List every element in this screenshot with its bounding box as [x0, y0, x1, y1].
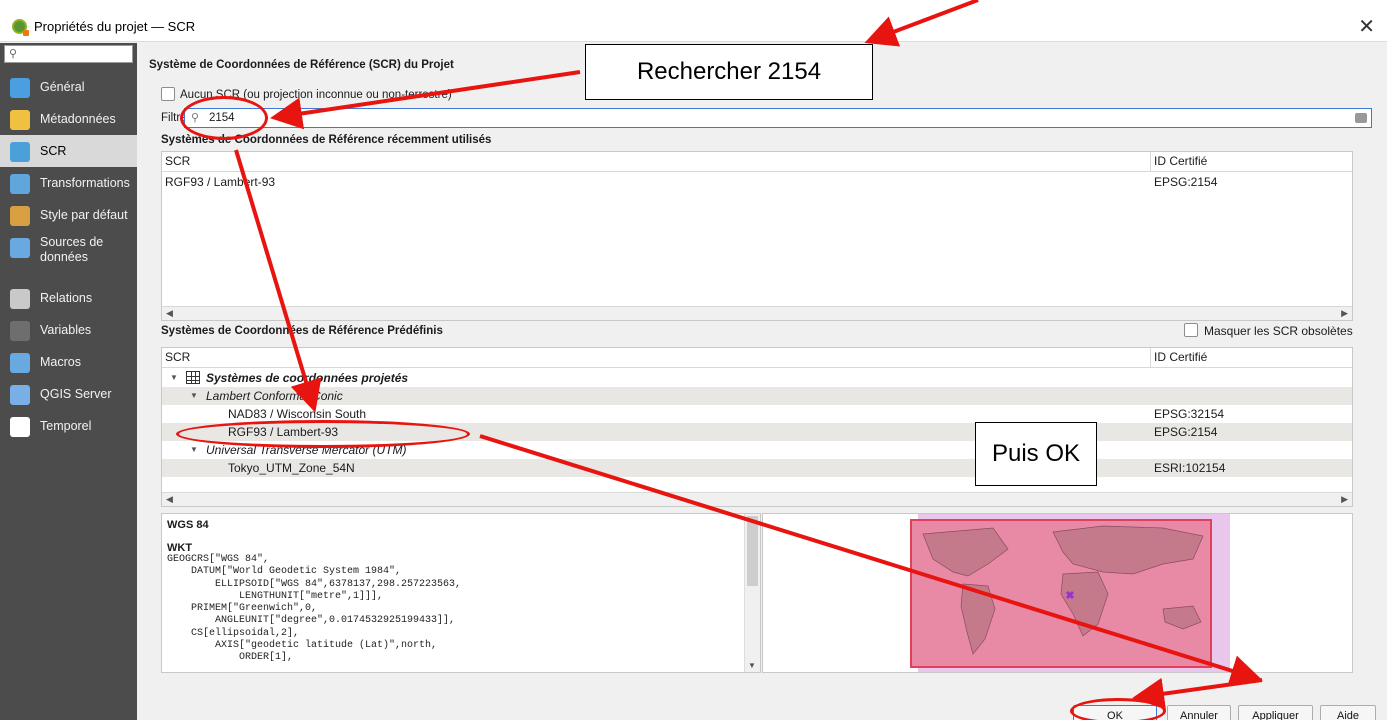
recent-table-header: SCR ID Certifié — [162, 152, 1352, 172]
crs-section-title: Système de Coordonnées de Référence (SCR… — [149, 59, 454, 71]
wrench-icon — [10, 78, 30, 98]
callout-ok: Puis OK — [975, 422, 1097, 486]
highlight-row-ellipse — [176, 420, 470, 448]
scroll-thumb[interactable] — [747, 516, 758, 586]
sidebar-item-g-n-ral[interactable]: Général — [0, 71, 137, 103]
expand-arrow-icon[interactable]: ▼ — [190, 391, 198, 400]
pencil-note-icon — [10, 110, 30, 130]
hide-obsolete-checkbox[interactable] — [1184, 323, 1198, 337]
highlight-filter-ellipse — [180, 96, 268, 140]
tree-crs-row[interactable]: Tokyo_UTM_Zone_54N ESRI:102154 — [162, 459, 1352, 477]
recent-crs-table: SCR ID Certifié RGF93 / Lambert-93 EPSG:… — [161, 151, 1353, 321]
wkt-label: WKT — [167, 542, 193, 554]
sidebar-item-transformations[interactable]: Transformations — [0, 167, 137, 199]
vertical-scrollbar[interactable]: ▼ — [744, 514, 760, 672]
recent-row-name: RGF93 / Lambert-93 — [165, 175, 276, 189]
close-icon[interactable]: ✕ — [1358, 14, 1375, 39]
scroll-down-icon[interactable]: ▼ — [748, 661, 756, 670]
recent-row-id: EPSG:2154 — [1154, 175, 1218, 189]
sidebar: ⚲ Général Métadonnées SCR Transformations St… — [0, 43, 137, 720]
scroll-left-icon[interactable]: ◀ — [166, 494, 173, 505]
col-header-id[interactable]: ID Certifié — [1154, 154, 1207, 168]
sidebar-item-temporel[interactable]: Temporel — [0, 410, 137, 442]
expand-arrow-icon[interactable]: ▼ — [170, 373, 178, 382]
sidebar-item-relations[interactable]: Relations — [0, 282, 137, 314]
sidebar-item-scr[interactable]: SCR — [0, 135, 137, 167]
col-header-crs[interactable]: SCR — [165, 350, 190, 364]
search-icon: ⚲ — [9, 48, 18, 60]
world-map-preview — [910, 514, 1230, 672]
sidebar-item-label: Macros — [40, 355, 81, 369]
sidebar-item-label: Général — [40, 80, 85, 94]
tree-crs-id: ESRI:102154 — [1154, 461, 1226, 475]
sidebar-item-label: Transformations — [40, 176, 130, 190]
no-crs-checkbox[interactable] — [161, 87, 175, 101]
sidebar-item-m-tadonn-es[interactable]: Métadonnées — [0, 103, 137, 135]
clear-filter-icon[interactable] — [1355, 113, 1367, 123]
sidebar-item-label: Style par défaut — [40, 208, 128, 222]
server-icon — [10, 385, 30, 405]
tree-crs-id: EPSG:32154 — [1154, 407, 1225, 421]
scroll-right-icon[interactable]: ▶ — [1341, 308, 1348, 319]
macro-gear-icon — [10, 353, 30, 373]
sidebar-item-variables[interactable]: Variables — [0, 314, 137, 346]
variables-icon — [10, 321, 30, 341]
apply-button[interactable]: Appliquer — [1238, 705, 1313, 720]
callout-search: Rechercher 2154 — [585, 44, 873, 100]
col-header-id[interactable]: ID Certifié — [1154, 350, 1207, 364]
clock-icon — [10, 417, 30, 437]
filter-input[interactable]: ⚲ 2154 — [184, 108, 1372, 128]
horizontal-scrollbar[interactable]: ◀ ▶ — [162, 306, 1352, 320]
recent-row[interactable]: RGF93 / Lambert-93 EPSG:2154 — [162, 173, 1352, 191]
cancel-button[interactable]: Annuler — [1167, 705, 1231, 720]
crs-extent-map — [762, 513, 1353, 673]
predefined-table-header: SCR ID Certifié — [162, 348, 1352, 368]
tree-crs-name: NAD83 / Wisconsin South — [228, 407, 367, 421]
title-bar: Propriétés du projet — SCR ✕ — [0, 0, 1387, 42]
wkt-panel: WGS 84 WKT GEOGCRS["WGS 84", DATUM["Worl… — [161, 513, 761, 673]
selected-crs-name: WGS 84 — [167, 519, 209, 531]
crs-extent-marker — [1065, 590, 1075, 600]
qgis-logo-icon — [12, 19, 29, 36]
sidebar-item-style-par-d-faut[interactable]: Style par défaut — [0, 199, 137, 231]
hide-obsolete-label: Masquer les SCR obsolètes — [1204, 324, 1353, 338]
tree-crs-id: EPSG:2154 — [1154, 425, 1218, 439]
tree-group-row[interactable]: ▼ Systèmes de coordonnées projetés — [162, 369, 1352, 387]
relations-icon — [10, 289, 30, 309]
sidebar-item-label: QGIS Server — [40, 387, 112, 401]
scroll-left-icon[interactable]: ◀ — [166, 308, 173, 319]
window-title: Propriétés du projet — SCR — [34, 19, 196, 34]
sidebar-item-qgis-server[interactable]: QGIS Server — [0, 378, 137, 410]
sidebar-item-label: Temporel — [40, 419, 92, 433]
brush-icon — [10, 206, 30, 226]
highlight-ok-ellipse — [1070, 698, 1166, 720]
wkt-text: GEOGCRS["WGS 84", DATUM["World Geodetic … — [167, 554, 462, 664]
sidebar-item-label: Sources de données — [40, 235, 104, 264]
sidebar-item-label: SCR — [40, 144, 67, 158]
globe-transform-icon — [10, 174, 30, 194]
tree-subgroup-row[interactable]: ▼ Lambert Conformal Conic — [162, 387, 1352, 405]
help-button[interactable]: Aide — [1320, 705, 1376, 720]
sidebar-item-sources-de-donn-es[interactable]: Sources de données — [0, 231, 137, 264]
tree-group-label: Systèmes de coordonnées projetés — [206, 371, 409, 385]
globe-icon — [10, 142, 30, 162]
col-header-crs[interactable]: SCR — [165, 154, 190, 168]
sidebar-item-macros[interactable]: Macros — [0, 346, 137, 378]
horizontal-scrollbar[interactable]: ◀ ▶ — [162, 492, 1352, 506]
sidebar-item-label: Variables — [40, 323, 92, 337]
scroll-right-icon[interactable]: ▶ — [1341, 494, 1348, 505]
crs-page: Système de Coordonnées de Référence (SCR… — [137, 43, 1387, 720]
grid-projection-icon — [186, 371, 200, 384]
sidebar-search-input[interactable]: ⚲ — [4, 45, 133, 63]
predefined-crs-title: Systèmes de Coordonnées de Référence Pré… — [161, 325, 443, 337]
tree-subgroup-label: Lambert Conformal Conic — [206, 389, 343, 403]
sidebar-item-label: Métadonnées — [40, 112, 116, 126]
table-icon — [10, 238, 30, 258]
tree-crs-name: Tokyo_UTM_Zone_54N — [228, 461, 355, 475]
sidebar-item-label: Relations — [40, 291, 93, 305]
expand-arrow-icon[interactable]: ▼ — [190, 445, 198, 454]
